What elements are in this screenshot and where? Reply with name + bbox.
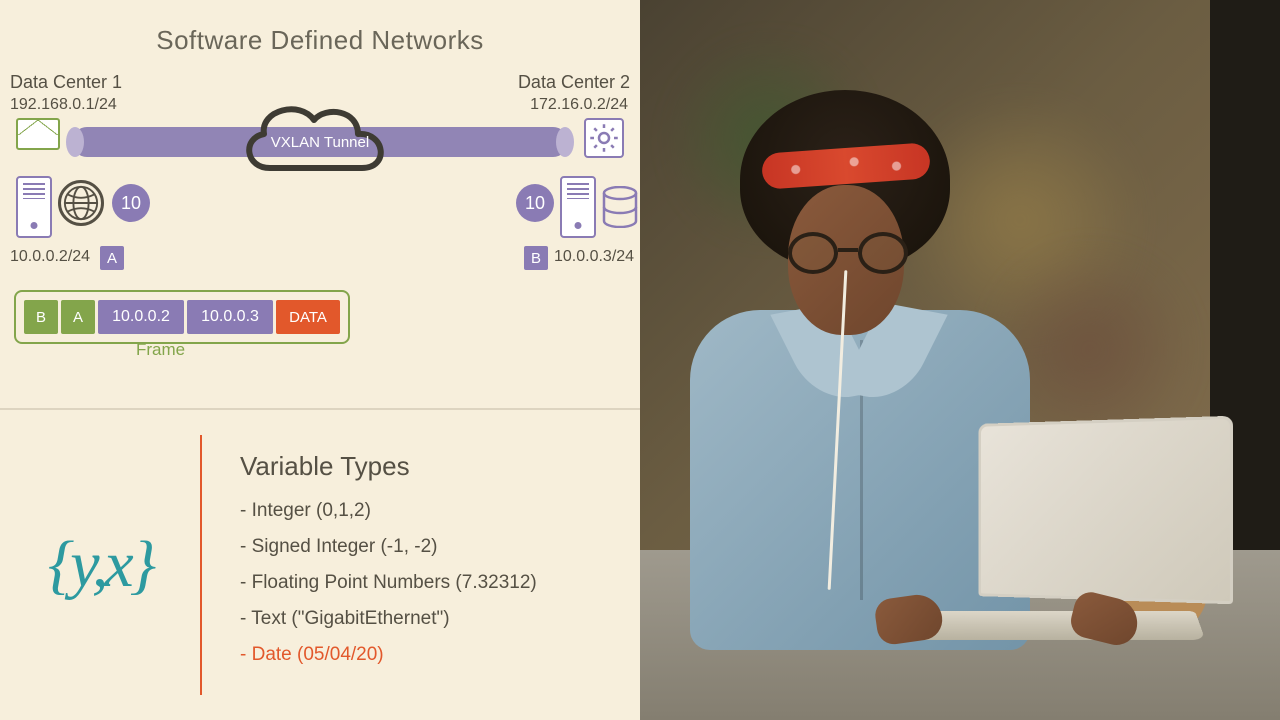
mac-b-box: B — [524, 246, 548, 270]
frame-cell-data: DATA — [276, 300, 340, 334]
diagram-title: Software Defined Networks — [0, 25, 640, 56]
mac-a-box: A — [100, 246, 124, 270]
frame-cell-src-ip: 10.0.0.2 — [98, 300, 184, 334]
vni-badge-2: 10 — [516, 184, 554, 222]
variable-content: Variable Types - Integer (0,1,2) - Signe… — [202, 451, 537, 680]
dc1-host-ip: 10.0.0.2/24 — [10, 248, 90, 266]
var-item-signed: - Signed Integer (-1, -2) — [240, 536, 537, 558]
tunnel-label: VXLAN Tunnel — [271, 134, 369, 151]
dc2-host-ip: 10.0.0.3/24 — [554, 248, 634, 266]
cafe-photo-placeholder — [640, 0, 1280, 720]
variable-title: Variable Types — [240, 451, 537, 482]
dc1-gateway-ip: 192.168.0.1/24 — [10, 96, 117, 114]
server2-icon — [560, 176, 596, 238]
server1-icon — [16, 176, 52, 238]
photo-panel — [640, 0, 1280, 720]
left-panel: Software Defined Networks Data Center 1 … — [0, 0, 640, 720]
frame-cell-dst-ip: 10.0.0.3 — [187, 300, 273, 334]
dc1-label: Data Center 1 — [10, 72, 122, 93]
dc2-gateway-ip: 172.16.0.2/24 — [530, 96, 628, 114]
frame-cell-src-mac: A — [61, 300, 95, 334]
frame-box: B A 10.0.0.2 10.0.0.3 DATA — [14, 290, 350, 344]
variable-types-panel: {y,x} Variable Types - Integer (0,1,2) -… — [0, 410, 640, 720]
variable-list: - Integer (0,1,2) - Signed Integer (-1, … — [240, 500, 537, 666]
network-diagram: Software Defined Networks Data Center 1 … — [0, 0, 640, 410]
glasses-icon — [788, 232, 908, 274]
vni-badge-1: 10 — [112, 184, 150, 222]
sun-icon — [584, 118, 624, 158]
globe-icon — [58, 180, 104, 226]
frame-label: Frame — [136, 340, 185, 360]
var-item-date: - Date (05/04/20) — [240, 644, 537, 666]
frame-cell-dst-mac: B — [24, 300, 58, 334]
var-item-float: - Floating Point Numbers (7.32312) — [240, 572, 537, 594]
dc2-label: Data Center 2 — [518, 72, 630, 93]
var-item-text: - Text ("GigabitEthernet") — [240, 608, 537, 630]
var-item-integer: - Integer (0,1,2) — [240, 500, 537, 522]
database-icon — [600, 186, 640, 228]
mail-icon — [16, 118, 60, 150]
braces-symbol: {y,x} — [0, 527, 200, 603]
